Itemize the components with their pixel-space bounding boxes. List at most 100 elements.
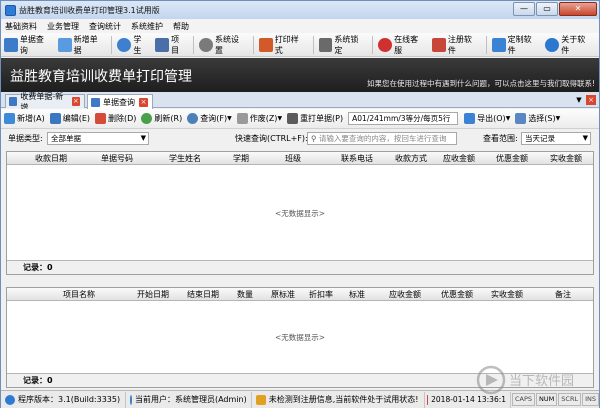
delete-button[interactable]: 删除(D) xyxy=(95,113,136,124)
magnifier-icon xyxy=(187,113,199,124)
column-header[interactable]: 标准 xyxy=(349,289,365,300)
banner-title: 益胜教育培训收费单打印管理 xyxy=(10,69,192,85)
refresh-button[interactable]: 刷新(R) xyxy=(141,113,182,124)
tab-list-icon[interactable]: ▼ xyxy=(574,95,584,105)
doc-type-select[interactable]: 全部单据 ▼ xyxy=(47,132,149,145)
tab-close-all-icon[interactable]: × xyxy=(586,95,596,105)
service-icon xyxy=(378,37,393,52)
range-select[interactable]: 当天记录 ▼ xyxy=(521,132,591,145)
window-controls: — ▭ ✕ xyxy=(512,2,597,16)
menu-help[interactable]: 帮助 xyxy=(173,21,189,32)
export-button[interactable]: 导出(O) ▼ xyxy=(464,113,510,124)
toolbar-divider xyxy=(312,35,314,54)
void-icon xyxy=(236,113,248,124)
quick-search-label: 快速查询(CTRL+F): xyxy=(235,134,308,143)
print-style-icon xyxy=(258,37,273,52)
column-header[interactable]: 实收金额 xyxy=(491,289,523,300)
contact-link[interactable]: 如果您在使用过程中有遇到什么问题，可以点击这里与我们取得联系! xyxy=(367,78,595,89)
column-header[interactable]: 结束日期 xyxy=(187,289,219,300)
title-bar[interactable]: 益胜教育培训收费单打印管理3.1试用版 — ▭ ✕ xyxy=(1,1,599,19)
menu-maintenance[interactable]: 系统维护 xyxy=(131,21,163,32)
tab-close-icon[interactable]: × xyxy=(139,97,148,107)
options-button[interactable]: 选择(S) ▼ xyxy=(515,113,560,124)
registration-status[interactable]: 未检测到注册信息,当前软件处于试用状态! xyxy=(252,391,426,408)
column-header[interactable]: 实收金额 xyxy=(550,153,582,164)
new-button[interactable]: 新增(A) xyxy=(4,113,45,124)
print-style-button[interactable]: 打印样式 xyxy=(258,35,307,55)
plus-icon xyxy=(4,113,15,124)
column-header[interactable]: 开始日期 xyxy=(137,289,169,300)
edit-icon xyxy=(49,113,61,124)
export-icon xyxy=(464,113,476,124)
user-icon xyxy=(129,394,132,405)
menu-business[interactable]: 业务管理 xyxy=(47,21,79,32)
new-doc-icon xyxy=(57,37,72,52)
column-header[interactable]: 应收金额 xyxy=(389,289,421,300)
chevron-down-icon: ▼ xyxy=(555,115,561,122)
menu-basic-data[interactable]: 基础资料 xyxy=(5,21,37,32)
column-header[interactable]: 班级 xyxy=(285,153,301,164)
custom-software-button[interactable]: 定制软件 xyxy=(491,35,540,55)
warning-icon xyxy=(255,394,266,405)
toolbar-divider xyxy=(485,35,487,54)
project-button[interactable]: 项目 xyxy=(155,35,187,55)
watermark-logo: 当下软件园 xyxy=(476,365,574,395)
app-icon xyxy=(5,4,16,16)
settings-button[interactable]: 系统设置 xyxy=(199,35,247,55)
column-header[interactable]: 单据号码 xyxy=(101,153,133,164)
void-button[interactable]: 作废(Z) ▼ xyxy=(236,113,283,124)
column-header[interactable]: 优惠金额 xyxy=(441,289,473,300)
tab-doc-query[interactable]: 单据查询 × xyxy=(87,94,153,109)
quick-search-input[interactable]: ⚲ 请输入要查询的内容，按回车进行查询 xyxy=(307,132,457,145)
delete-icon xyxy=(95,113,107,124)
action-toolbar: 新增(A) 编辑(E) 删除(D) 刷新(R) 查询(F) ▼ 作废(Z) ▼ … xyxy=(1,109,599,129)
column-header[interactable]: 原标准 xyxy=(271,289,295,300)
calendar-icon xyxy=(427,394,429,405)
menu-statistics[interactable]: 查询统计 xyxy=(89,21,121,32)
register-button[interactable]: 注册软件 xyxy=(431,35,480,55)
new-doc-button[interactable]: 新增单据 xyxy=(57,35,106,55)
watermark-text: 当下软件园 xyxy=(509,374,574,389)
custom-icon xyxy=(491,37,506,52)
minimize-button[interactable]: — xyxy=(513,2,535,16)
grid-icon xyxy=(155,37,170,52)
chevron-down-icon: ▼ xyxy=(277,115,283,122)
maximize-button[interactable]: ▭ xyxy=(536,2,558,16)
column-header[interactable]: 备注 xyxy=(555,289,571,300)
tab-close-icon[interactable]: × xyxy=(71,97,80,106)
column-header[interactable]: 折扣率 xyxy=(309,289,333,300)
query-docs-button[interactable]: 单据查询 xyxy=(4,35,52,55)
grid-header: 项目名称 开始日期 结束日期 数量 原标准 折扣率 标准 应收金额 优惠金额 实… xyxy=(7,288,593,301)
student-button[interactable]: 学生 xyxy=(117,35,149,55)
lock-icon xyxy=(318,37,333,52)
main-toolbar: 单据查询 新增单据 学生 项目 系统设置 打印样式 系统锁定 在线客服 注册软件… xyxy=(1,33,599,57)
column-header[interactable]: 学生姓名 xyxy=(169,153,201,164)
column-header[interactable]: 收款日期 xyxy=(35,153,67,164)
paper-format-select[interactable]: A01/241mm/3等分/每页5行 xyxy=(348,112,459,125)
about-button[interactable]: 关于软件 xyxy=(545,35,593,55)
column-header[interactable]: 收款方式 xyxy=(395,153,427,164)
tab-new-fee-doc[interactable]: 收费单据-新增 × xyxy=(5,92,85,112)
column-header[interactable]: 项目名称 xyxy=(63,289,95,300)
doc-icon xyxy=(9,97,18,106)
online-service-button[interactable]: 在线客服 xyxy=(378,35,426,55)
column-header[interactable]: 优惠金额 xyxy=(496,153,528,164)
query-button[interactable]: 查询(F) ▼ xyxy=(187,113,232,124)
reprint-button[interactable]: 重打单据(P) xyxy=(287,113,343,124)
documents-grid[interactable]: 收款日期 单据号码 学生姓名 学期 班级 联系电话 收款方式 应收金额 优惠金额… xyxy=(6,151,594,275)
options-icon xyxy=(515,113,527,124)
gear-icon xyxy=(199,37,213,52)
register-icon xyxy=(431,37,446,52)
column-header[interactable]: 数量 xyxy=(237,289,253,300)
edit-button[interactable]: 编辑(E) xyxy=(49,113,90,124)
refresh-icon xyxy=(141,113,153,124)
main-window: 益胜教育培训收费单打印管理3.1试用版 — ▭ ✕ 基础资料 业务管理 查询统计… xyxy=(0,0,600,408)
column-header[interactable]: 应收金额 xyxy=(443,153,475,164)
lock-button[interactable]: 系统锁定 xyxy=(318,35,367,55)
column-header[interactable]: 学期 xyxy=(233,153,249,164)
column-header[interactable]: 联系电话 xyxy=(341,153,373,164)
chevron-down-icon: ▼ xyxy=(582,134,588,142)
close-button[interactable]: ✕ xyxy=(559,2,597,16)
doc-icon xyxy=(91,97,100,107)
toolbar-divider xyxy=(193,35,195,54)
